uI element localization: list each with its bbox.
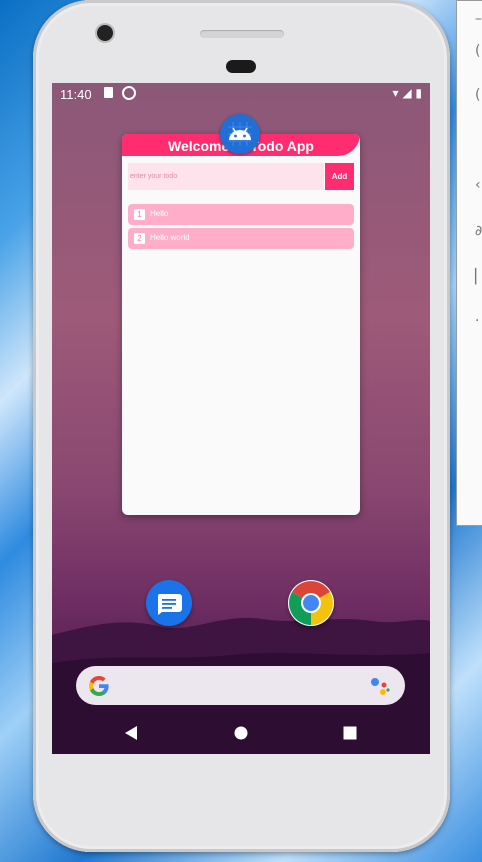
google-logo-icon	[89, 676, 109, 696]
wifi-icon: ▾	[392, 86, 399, 100]
list-item[interactable]: 2 Hello world	[128, 228, 354, 249]
android-icon	[228, 122, 252, 146]
item-text: Hello world	[150, 233, 190, 242]
recents-button[interactable]	[343, 726, 357, 740]
front-camera	[97, 25, 113, 41]
messages-app-icon[interactable]	[146, 580, 192, 626]
proximity-sensor	[226, 60, 256, 73]
message-icon	[157, 594, 182, 615]
panel-icon: ▏	[475, 269, 482, 285]
android-app-icon[interactable]	[220, 114, 260, 154]
back-arrow-icon: ‹	[475, 177, 481, 193]
todo-input[interactable]: enter your todo	[128, 163, 324, 190]
editor-panel: – ( ( ‹ ∂ ▏ ·	[456, 0, 482, 526]
earpiece-speaker	[200, 30, 284, 38]
todo-list: 1 Hello 2 Hello world	[128, 204, 354, 252]
navigation-bar	[52, 713, 430, 754]
item-text: Hello	[150, 209, 169, 218]
list-item[interactable]: 1 Hello	[128, 204, 354, 225]
google-search-bar[interactable]	[76, 666, 405, 705]
chrome-app-icon[interactable]	[288, 580, 334, 626]
status-bar: 11:40 ▾ ◢ ▮	[52, 83, 430, 105]
item-number: 1	[134, 209, 145, 220]
panel-icon: ·	[475, 313, 480, 329]
battery-icon: ▮	[415, 86, 422, 100]
back-button[interactable]	[124, 725, 138, 741]
home-button[interactable]	[234, 726, 248, 740]
panel-icon: (	[475, 87, 481, 103]
status-time: 11:40	[60, 87, 92, 102]
status-icons: ▾ ◢ ▮	[392, 86, 422, 100]
add-button[interactable]: Add	[325, 163, 354, 190]
panel-icon: ∂	[475, 223, 482, 239]
signal-icon: ◢	[402, 86, 412, 100]
phone-frame: 11:40 ▾ ◢ ▮ Welcome to Todo App enter yo…	[33, 0, 450, 852]
device-screen: 11:40 ▾ ◢ ▮ Welcome to Todo App enter yo…	[52, 83, 430, 754]
todo-form: enter your todo Add	[128, 163, 354, 190]
recent-app-card[interactable]: Welcome to Todo App enter your todo Add …	[122, 134, 360, 515]
dash-icon: –	[475, 11, 482, 27]
item-number: 2	[134, 233, 145, 244]
sd-card-icon	[104, 87, 113, 98]
assistant-icon	[371, 678, 390, 695]
panel-icon: (	[475, 43, 481, 59]
do-not-disturb-icon	[122, 86, 136, 100]
chrome-icon	[288, 580, 334, 626]
